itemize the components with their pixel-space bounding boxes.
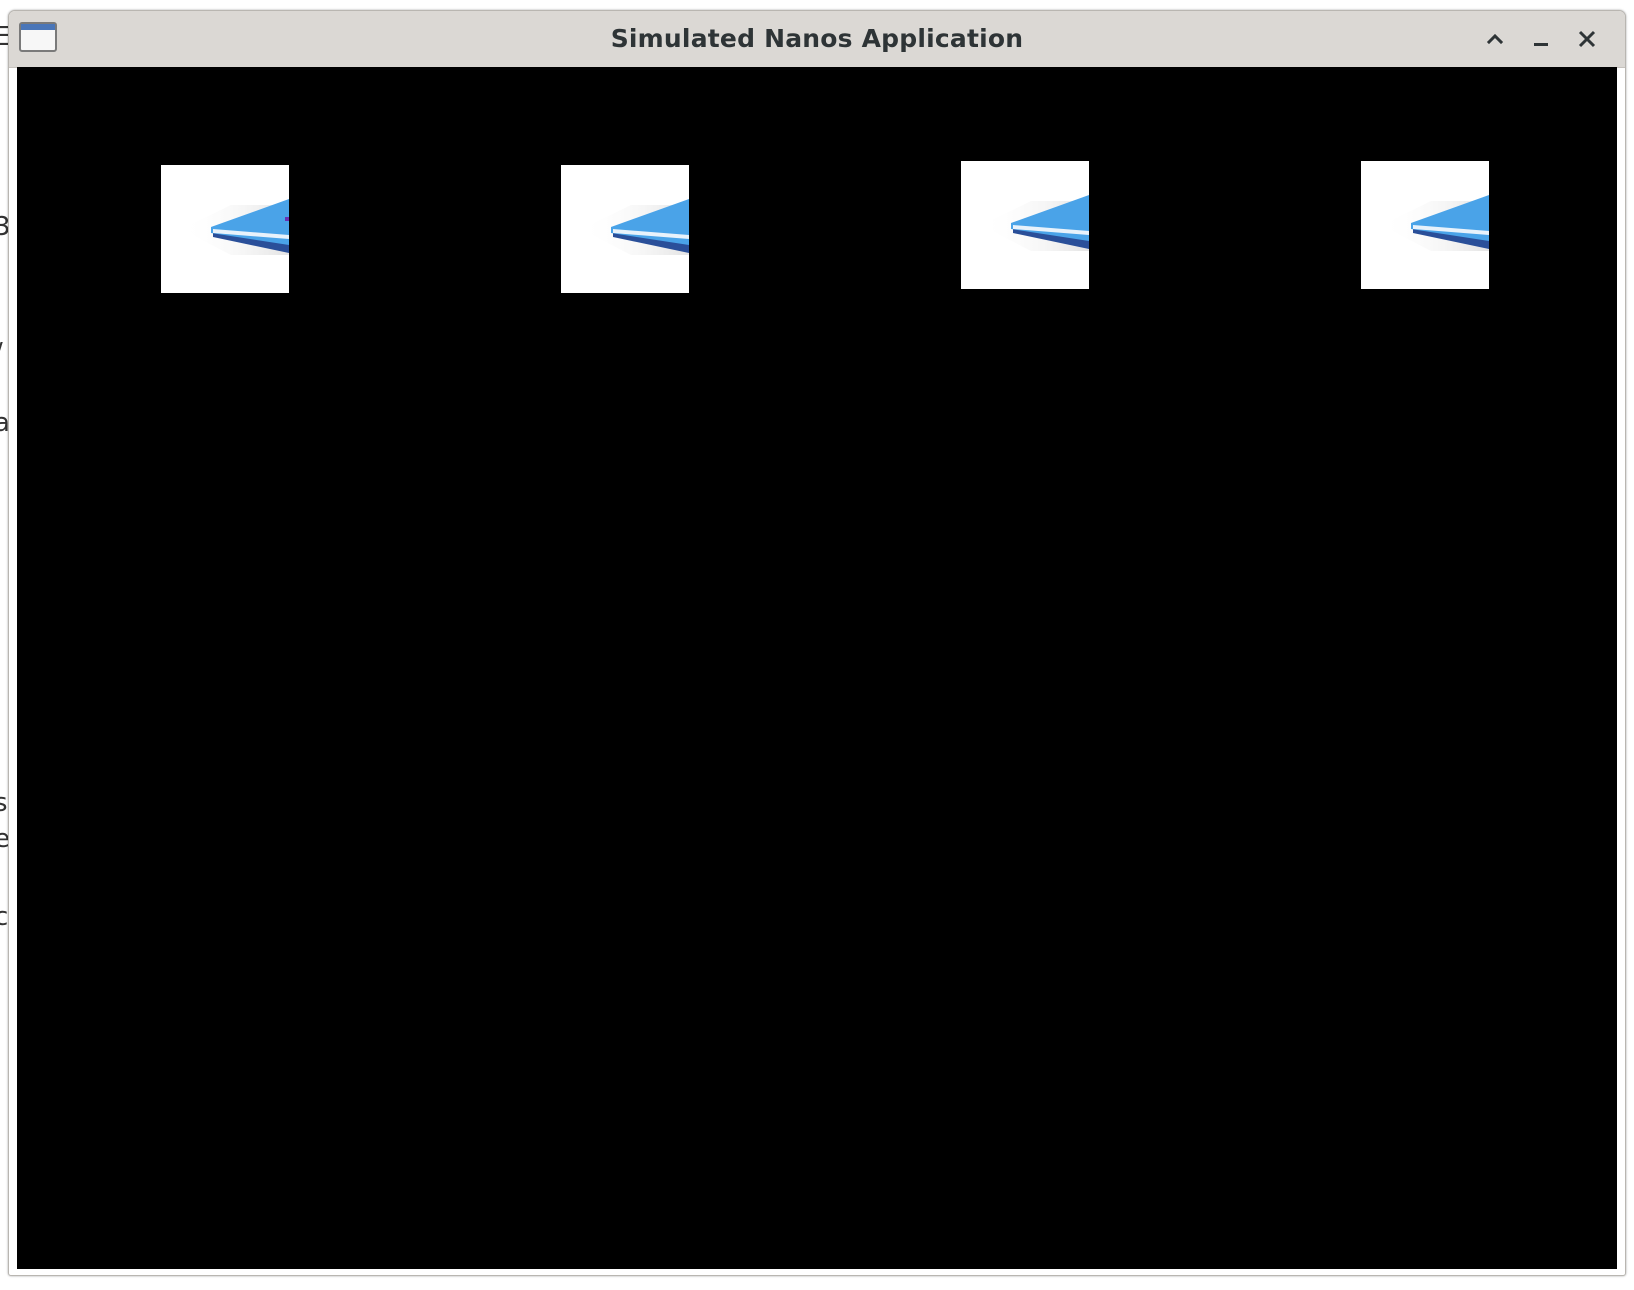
window-title: Simulated Nanos Application bbox=[610, 24, 1024, 53]
ship-sprite-icon bbox=[161, 165, 289, 293]
ship-sprite bbox=[161, 165, 289, 293]
chevron-up-icon bbox=[1484, 28, 1506, 50]
ship-sprite-icon bbox=[561, 165, 689, 293]
game-canvas[interactable] bbox=[17, 67, 1617, 1269]
ship-sprite bbox=[961, 161, 1089, 289]
minimize-icon bbox=[1530, 28, 1552, 50]
ship-sprite-icon bbox=[1361, 161, 1489, 289]
close-icon bbox=[1576, 28, 1598, 50]
ship-sprite bbox=[561, 165, 689, 293]
maximize-button[interactable] bbox=[1477, 23, 1513, 55]
window-titlebar[interactable]: Simulated Nanos Application bbox=[9, 11, 1625, 68]
minimize-button[interactable] bbox=[1523, 23, 1559, 55]
ship-sprite bbox=[1361, 161, 1489, 289]
close-button[interactable] bbox=[1569, 23, 1605, 55]
clipped-glyph: / bbox=[0, 340, 3, 366]
clipped-glyph: s bbox=[0, 788, 8, 818]
ship-sprite-icon bbox=[961, 161, 1089, 289]
application-window: Simulated Nanos Application bbox=[8, 10, 1626, 1276]
